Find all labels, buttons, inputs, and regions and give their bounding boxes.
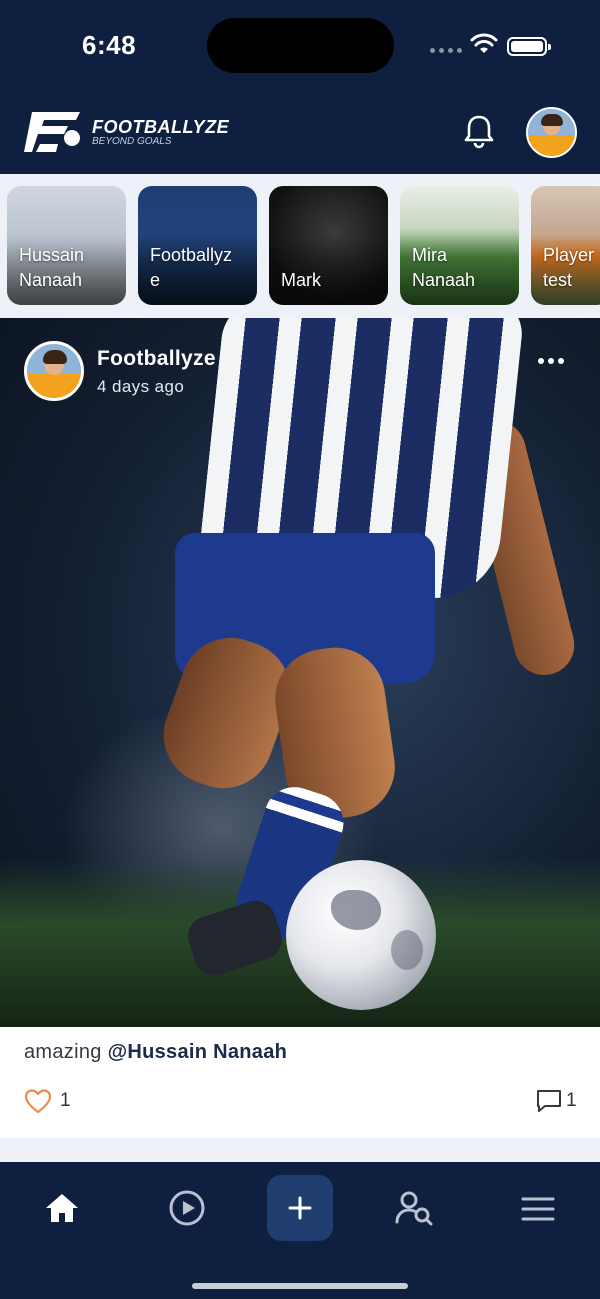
post-timestamp: 4 days ago (97, 377, 185, 396)
caption-mention[interactable]: @Hussain Nanaah (108, 1041, 288, 1063)
story-card[interactable]: Mark (269, 186, 388, 305)
story-card[interactable]: Footballyz e (138, 186, 257, 305)
post-author-avatar[interactable] (24, 341, 84, 401)
wifi-icon (470, 33, 498, 53)
story-label: Footballyz e (150, 245, 233, 290)
story-label: Mark (281, 270, 321, 290)
post-image[interactable] (0, 318, 600, 1027)
logo-mark-icon (24, 112, 80, 152)
user-search-icon[interactable] (394, 1190, 434, 1226)
app-logo: FOOTBALLYZE BEYOND GOALS (24, 108, 229, 156)
heart-icon[interactable] (24, 1088, 52, 1114)
plus-icon (288, 1196, 312, 1220)
post-caption: amazing @Hussain Nanaah (24, 1041, 287, 1064)
more-options-icon[interactable] (538, 358, 564, 364)
story-card[interactable]: Player test (531, 186, 600, 305)
comment-count: 1 (566, 1090, 577, 1111)
comment-icon[interactable] (536, 1088, 562, 1114)
battery-icon (507, 37, 551, 56)
menu-icon[interactable] (521, 1196, 555, 1222)
play-icon[interactable] (168, 1189, 206, 1227)
dynamic-island (207, 18, 394, 73)
story-label: Mira Nanaah (412, 245, 476, 290)
feed-separator (0, 1138, 600, 1164)
profile-avatar[interactable] (526, 107, 577, 158)
story-label: Hussain Nanaah (19, 245, 85, 290)
caption-text: amazing (24, 1041, 108, 1063)
home-indicator (192, 1283, 408, 1289)
status-time: 6:48 (82, 30, 137, 60)
like-count: 1 (60, 1090, 71, 1111)
add-post-button[interactable] (267, 1175, 333, 1241)
story-label: Player test (543, 245, 595, 290)
brand-name: FOOTBALLYZE (92, 117, 230, 137)
story-card[interactable]: Hussain Nanaah (7, 186, 126, 305)
stories-strip: Hussain Nanaah Footballyz e Mark Mira Na… (0, 174, 600, 318)
bell-icon[interactable] (462, 113, 496, 149)
story-card[interactable]: Mira Nanaah (400, 186, 519, 305)
post-author-name[interactable]: Footballyze (97, 347, 216, 371)
home-icon[interactable] (44, 1192, 80, 1224)
cellular-signal-icon (430, 48, 462, 53)
